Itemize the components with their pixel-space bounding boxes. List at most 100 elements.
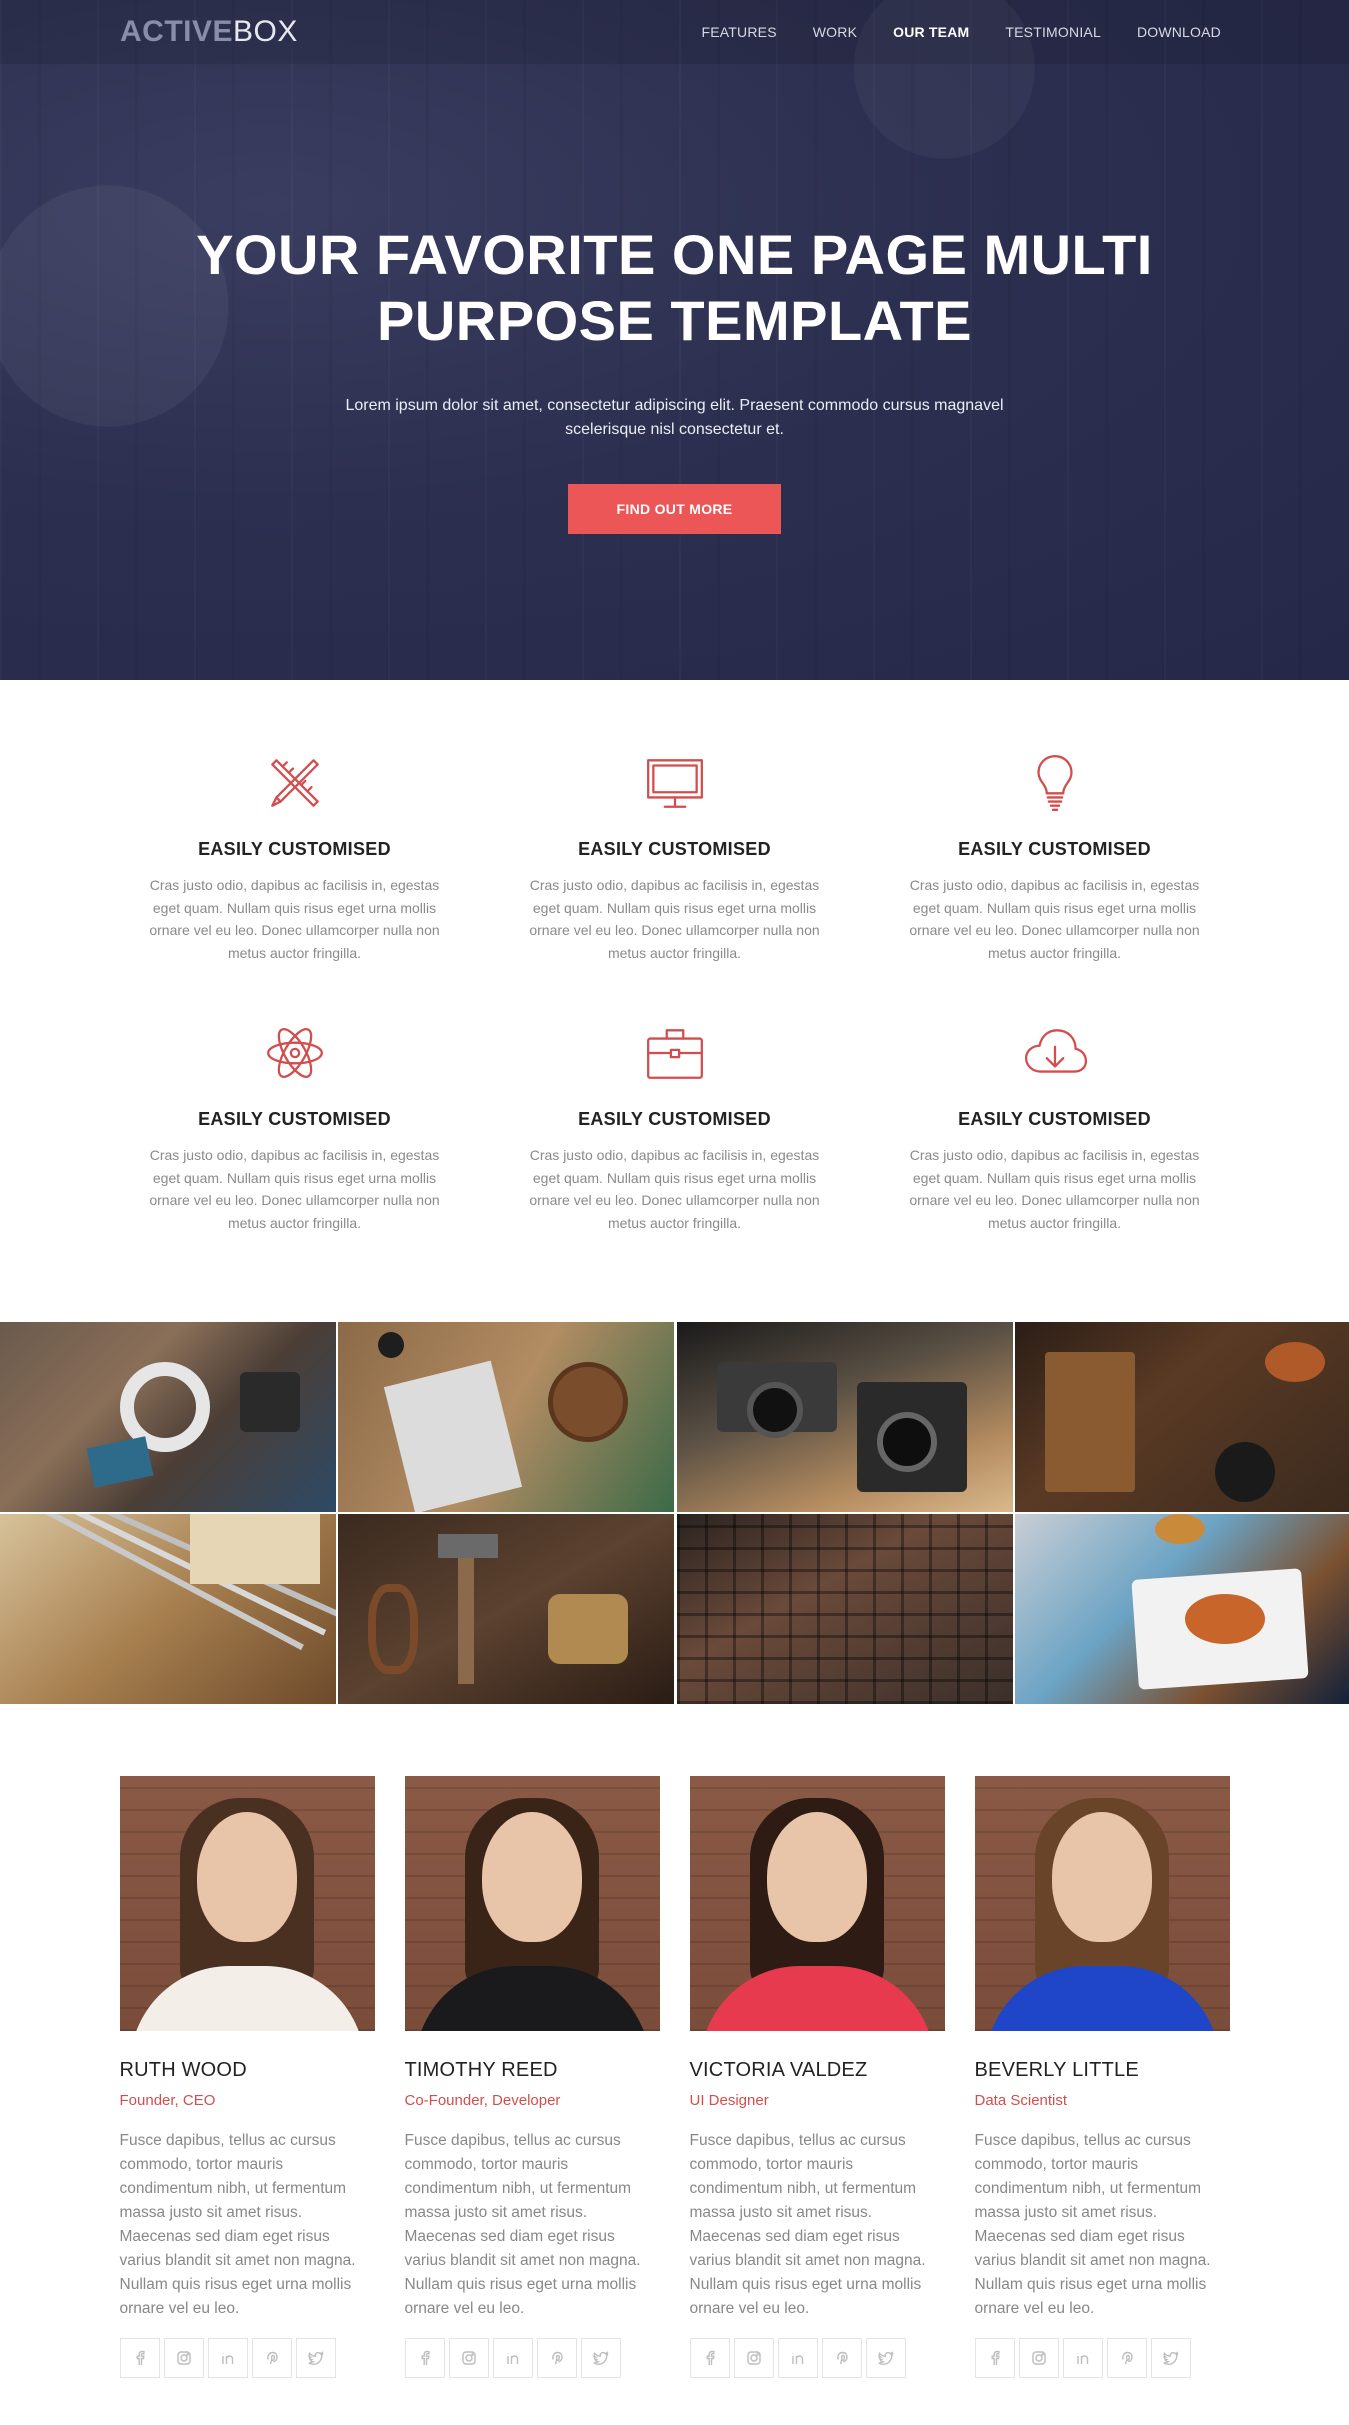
- member-photo-shirt: [984, 1966, 1220, 2031]
- feature-text: Cras justo odio, dapibus ac facilisis in…: [149, 877, 440, 961]
- pinterest-icon[interactable]: [251, 2338, 292, 2378]
- linkedin-icon[interactable]: [777, 2338, 818, 2378]
- member-socials: [689, 2338, 945, 2378]
- portfolio-gallery: [0, 1322, 1349, 1704]
- team-member-card: VICTORIA VALDEZ UI Designer Fusce dapibu…: [689, 1776, 945, 2378]
- hero-subtitle: Lorem ipsum dolor sit amet, consectetur …: [345, 397, 1004, 438]
- feature-card: EASILY CUSTOMISED Cras justo odio, dapib…: [485, 1018, 865, 1288]
- logo[interactable]: ACTIVEBOX: [120, 15, 298, 49]
- member-socials: [119, 2338, 375, 2378]
- facebook-icon[interactable]: [404, 2338, 445, 2378]
- features-section: EASILY CUSTOMISED Cras justo odio, dapib…: [0, 680, 1349, 1288]
- find-out-more-button[interactable]: FIND OUT MORE: [568, 484, 781, 534]
- member-photo: [689, 1776, 945, 2031]
- member-photo-face: [1051, 1812, 1152, 1942]
- pinterest-icon[interactable]: [536, 2338, 577, 2378]
- member-bio: Fusce dapibus, tellus ac cursus commodo,…: [689, 2132, 926, 2317]
- member-role: Co-Founder, Developer: [404, 2092, 561, 2109]
- feature-title: EASILY CUSTOMISED: [578, 839, 771, 859]
- feature-text: Cras justo odio, dapibus ac facilisis in…: [529, 1147, 820, 1231]
- member-photo: [404, 1776, 660, 2031]
- atom-icon: [105, 1018, 485, 1088]
- member-name: VICTORIA VALDEZ: [689, 2059, 868, 2081]
- feature-text: Cras justo odio, dapibus ac facilisis in…: [149, 1147, 440, 1231]
- nav-work[interactable]: WORK: [813, 24, 857, 40]
- lightbulb-icon: [865, 748, 1245, 818]
- monitor-icon: [485, 748, 865, 818]
- instagram-icon[interactable]: [1018, 2338, 1059, 2378]
- gallery-image-notebook-coasters[interactable]: [338, 1322, 675, 1512]
- member-photo: [119, 1776, 375, 2031]
- hero-content: YOUR FAVORITE ONE PAGE MULTI PURPOSE TEM…: [0, 222, 1349, 534]
- feature-title: EASILY CUSTOMISED: [958, 1109, 1151, 1129]
- nav-testimonial[interactable]: TESTIMONIAL: [1005, 24, 1101, 40]
- twitter-icon[interactable]: [1150, 2338, 1191, 2378]
- top-navbar: ACTIVEBOX FEATURES WORK OUR TEAM TESTIMO…: [0, 0, 1349, 64]
- hero-title: YOUR FAVORITE ONE PAGE MULTI PURPOSE TEM…: [196, 223, 1153, 352]
- member-photo-face: [196, 1812, 297, 1942]
- instagram-icon[interactable]: [448, 2338, 489, 2378]
- twitter-icon[interactable]: [865, 2338, 906, 2378]
- team-member-card: RUTH WOOD Founder, CEO Fusce dapibus, te…: [119, 1776, 375, 2378]
- nav-features[interactable]: FEATURES: [702, 24, 777, 40]
- feature-title: EASILY CUSTOMISED: [578, 1109, 771, 1129]
- member-name: RUTH WOOD: [119, 2059, 247, 2081]
- linkedin-icon[interactable]: [207, 2338, 248, 2378]
- member-name: TIMOTHY REED: [404, 2059, 558, 2081]
- member-bio: Fusce dapibus, tellus ac cursus commodo,…: [119, 2132, 356, 2317]
- team-member-card: BEVERLY LITTLE Data Scientist Fusce dapi…: [974, 1776, 1230, 2378]
- logo-bold: ACTIVE: [120, 15, 234, 48]
- team-member-card: TIMOTHY REED Co-Founder, Developer Fusce…: [404, 1776, 660, 2378]
- gallery-image-vintage-cameras[interactable]: [676, 1322, 1013, 1512]
- main-menu: FEATURES WORK OUR TEAM TESTIMONIAL DOWNL…: [702, 24, 1221, 40]
- briefcase-icon: [485, 1018, 865, 1088]
- feature-card: EASILY CUSTOMISED Cras justo odio, dapib…: [105, 748, 485, 1018]
- pencil-ruler-icon: [105, 748, 485, 818]
- gallery-image-hand-tools[interactable]: [338, 1514, 675, 1704]
- member-bio: Fusce dapibus, tellus ac cursus commodo,…: [974, 2132, 1211, 2317]
- pinterest-icon[interactable]: [1106, 2338, 1147, 2378]
- feature-card: EASILY CUSTOMISED Cras justo odio, dapib…: [105, 1018, 485, 1288]
- member-bio: Fusce dapibus, tellus ac cursus commodo,…: [404, 2132, 641, 2317]
- feature-text: Cras justo odio, dapibus ac facilisis in…: [909, 877, 1200, 961]
- gallery-image-stationery-flatlay[interactable]: [0, 1322, 336, 1512]
- gallery-image-letterpress-type[interactable]: [676, 1514, 1013, 1704]
- facebook-icon[interactable]: [689, 2338, 730, 2378]
- linkedin-icon[interactable]: [1062, 2338, 1103, 2378]
- feature-card: EASILY CUSTOMISED Cras justo odio, dapib…: [865, 748, 1245, 1018]
- gallery-image-food-plate[interactable]: [1014, 1514, 1349, 1704]
- feature-title: EASILY CUSTOMISED: [198, 1109, 391, 1129]
- linkedin-icon[interactable]: [492, 2338, 533, 2378]
- twitter-icon[interactable]: [295, 2338, 336, 2378]
- member-name: BEVERLY LITTLE: [974, 2059, 1139, 2081]
- twitter-icon[interactable]: [580, 2338, 621, 2378]
- hero-section: ACTIVEBOX FEATURES WORK OUR TEAM TESTIMO…: [0, 0, 1349, 680]
- feature-title: EASILY CUSTOMISED: [198, 839, 391, 859]
- gallery-image-cutting-board-spices[interactable]: [1014, 1322, 1349, 1512]
- instagram-icon[interactable]: [163, 2338, 204, 2378]
- feature-text: Cras justo odio, dapibus ac facilisis in…: [909, 1147, 1200, 1231]
- nav-our-team[interactable]: OUR TEAM: [893, 24, 969, 40]
- member-socials: [404, 2338, 660, 2378]
- gallery-image-pencils-desk[interactable]: [0, 1514, 336, 1704]
- team-section: RUTH WOOD Founder, CEO Fusce dapibus, te…: [0, 1704, 1349, 2378]
- member-role: Data Scientist: [974, 2092, 1068, 2109]
- feature-title: EASILY CUSTOMISED: [958, 839, 1151, 859]
- member-role: Founder, CEO: [119, 2092, 216, 2109]
- nav-download[interactable]: DOWNLOAD: [1137, 24, 1221, 40]
- feature-card: EASILY CUSTOMISED Cras justo odio, dapib…: [485, 748, 865, 1018]
- member-photo-shirt: [129, 1966, 365, 2031]
- instagram-icon[interactable]: [733, 2338, 774, 2378]
- member-photo-shirt: [414, 1966, 650, 2031]
- member-photo: [974, 1776, 1230, 2031]
- member-socials: [974, 2338, 1230, 2378]
- facebook-icon[interactable]: [119, 2338, 160, 2378]
- facebook-icon[interactable]: [974, 2338, 1015, 2378]
- member-role: UI Designer: [689, 2092, 769, 2109]
- cloud-download-icon: [865, 1018, 1245, 1088]
- pinterest-icon[interactable]: [821, 2338, 862, 2378]
- feature-card: EASILY CUSTOMISED Cras justo odio, dapib…: [865, 1018, 1245, 1288]
- member-photo-face: [481, 1812, 582, 1942]
- member-photo-shirt: [699, 1966, 935, 2031]
- member-photo-face: [766, 1812, 867, 1942]
